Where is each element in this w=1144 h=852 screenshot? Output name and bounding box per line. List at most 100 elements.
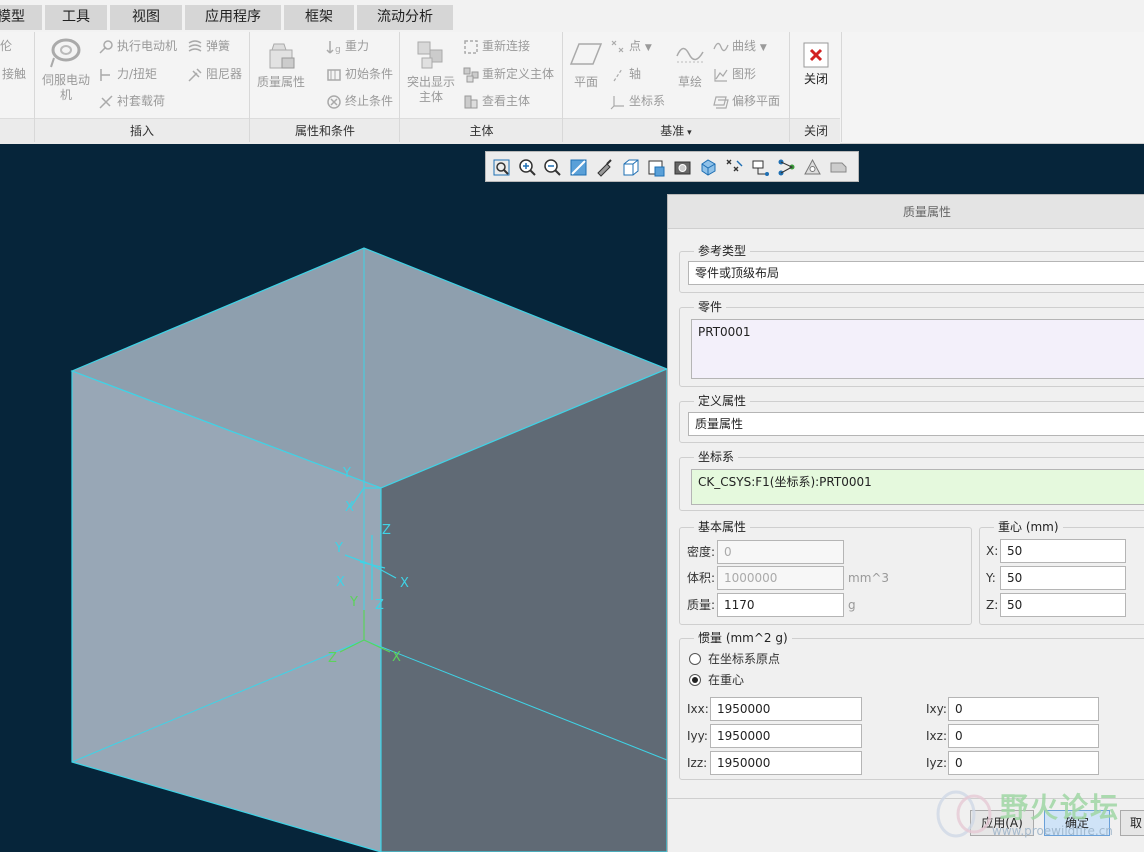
zoom-out-icon[interactable]	[543, 158, 562, 177]
close-button[interactable]: 关闭	[793, 41, 839, 87]
cog-y-field[interactable]: 50	[1000, 566, 1126, 590]
repaint-icon[interactable]	[569, 158, 588, 177]
group-label-close: 关闭	[803, 124, 828, 138]
menu-tab-framework[interactable]: 框架	[284, 5, 354, 30]
perspective-view-icon[interactable]	[673, 158, 692, 177]
mass-properties-button[interactable]: 质量属性	[252, 38, 310, 90]
display-style-icon[interactable]	[595, 158, 614, 177]
csys-collector[interactable]: CK_CSYS:F1(坐标系):PRT0001	[691, 469, 1144, 505]
csys-label: 坐标系	[694, 450, 739, 465]
partial-button-1[interactable]: 伦	[0, 37, 12, 55]
plane-button[interactable]: 平面	[566, 38, 606, 90]
iyz-field[interactable]: 0	[948, 751, 1099, 775]
sketch-icon	[676, 47, 704, 63]
curve-icon	[713, 42, 729, 51]
axis-icon	[613, 68, 623, 81]
inertia-origin-radio[interactable]	[689, 653, 701, 665]
point-button[interactable]: 点 ▼	[610, 37, 652, 55]
offset-plane-button[interactable]: 偏移平面	[713, 92, 780, 110]
group-separator	[841, 32, 842, 142]
spin-center-icon[interactable]	[803, 158, 822, 177]
simulation-display-icon[interactable]	[829, 158, 848, 177]
view-body-icon	[464, 95, 478, 108]
termination-conditions-icon	[327, 94, 341, 109]
mass-field[interactable]: 1170	[717, 593, 844, 617]
refit-icon[interactable]	[492, 158, 511, 177]
density-field[interactable]: 0	[717, 540, 844, 564]
bushing-load-button[interactable]: 衬套载荷	[98, 92, 165, 110]
cog-z-field[interactable]: 50	[1000, 593, 1126, 617]
menu-tab-tools[interactable]: 工具	[45, 5, 107, 30]
initial-conditions-button[interactable]: 初始条件	[326, 65, 393, 83]
force-torque-icon	[100, 68, 110, 81]
group-label-properties: 属性和条件	[294, 124, 355, 138]
izz-field[interactable]: 1950000	[710, 751, 862, 775]
menu-tab-model[interactable]: 模型	[0, 5, 42, 30]
gravity-button[interactable]: g 重力	[326, 37, 369, 55]
mass-label: 质量:	[687, 598, 716, 612]
basic-props-label: 基本属性	[694, 520, 751, 535]
spring-button[interactable]: 弹簧	[187, 37, 230, 55]
group-label-insert: 插入	[129, 124, 154, 138]
menu-tab-flow-analysis[interactable]: 流动分析	[357, 5, 453, 30]
graph-button[interactable]: 图形	[713, 65, 756, 83]
forum-watermark: 野火论坛 www.proewildfire.cn	[934, 784, 1144, 846]
redefine-body-button[interactable]: 重新定义主体	[463, 65, 554, 83]
servo-motor-icon	[50, 38, 81, 68]
part-list[interactable]: PRT0001	[691, 319, 1144, 379]
part-label: 零件	[694, 300, 727, 315]
axis-label: Y	[334, 541, 343, 556]
close-icon	[803, 42, 829, 68]
ref-type-select[interactable]: 零件或顶级布局	[688, 261, 1144, 285]
axis-label: X	[392, 650, 401, 665]
sketch-button[interactable]: 草绘	[672, 38, 708, 90]
svg-text:g: g	[335, 45, 341, 55]
curve-button[interactable]: 曲线 ▼	[713, 37, 767, 55]
iyz-label: Iyz:	[926, 756, 947, 770]
group-label-body: 主体	[469, 124, 494, 138]
annotation-display-icon[interactable]	[751, 158, 770, 177]
connection-display-icon[interactable]	[777, 158, 796, 177]
ixx-field[interactable]: 1950000	[710, 697, 862, 721]
highlight-body-button[interactable]: 突出显示主体	[403, 38, 459, 105]
inertia-label: 惯量 (mm^2 g)	[694, 631, 792, 646]
saved-orientations-icon[interactable]	[621, 158, 640, 177]
cog-label: 重心 (mm)	[994, 520, 1063, 535]
reconnect-button[interactable]: 重新连接	[463, 37, 530, 55]
group-label-datum[interactable]: 基准 ▾	[563, 122, 789, 140]
zoom-in-icon[interactable]	[518, 158, 537, 177]
iyy-field[interactable]: 1950000	[710, 724, 862, 748]
plane-icon	[569, 43, 603, 65]
cog-z-label: Z:	[986, 598, 999, 612]
termination-conditions-button[interactable]: 终止条件	[326, 92, 393, 110]
cog-x-label: X:	[986, 544, 999, 558]
menu-tab-applications[interactable]: 应用程序	[185, 5, 281, 30]
shade-icon[interactable]	[699, 158, 718, 177]
contact-button[interactable]: 接触	[2, 65, 26, 83]
damper-button[interactable]: 阻尼器	[187, 65, 242, 83]
redefine-body-icon	[463, 67, 479, 82]
ixz-label: Ixz:	[926, 729, 947, 743]
watermark-logo-icon	[936, 790, 992, 838]
density-label: 密度:	[687, 545, 716, 559]
volume-field[interactable]: 1000000	[717, 566, 844, 590]
view-manager-icon[interactable]	[647, 158, 666, 177]
servo-motor-button[interactable]: 伺服电动机	[38, 36, 94, 103]
ixy-field[interactable]: 0	[948, 697, 1099, 721]
axis-label: X	[345, 500, 354, 515]
watermark-url: www.proewildfire.cn	[992, 824, 1113, 838]
axis-label: X	[336, 575, 345, 590]
inertia-cog-radio[interactable]	[689, 674, 701, 686]
inertia-cog-label[interactable]: 在重心	[708, 668, 744, 692]
menu-tab-view[interactable]: 视图	[110, 5, 182, 30]
datum-display-icon[interactable]	[725, 158, 744, 177]
ixz-field[interactable]: 0	[948, 724, 1099, 748]
csys-button[interactable]: 坐标系	[610, 92, 665, 110]
define-props-select[interactable]: 质量属性	[688, 412, 1144, 436]
view-body-button[interactable]: 查看主体	[463, 92, 530, 110]
axis-button[interactable]: 轴	[610, 65, 641, 83]
actuator-motor-button[interactable]: 执行电动机	[98, 37, 177, 55]
ixx-label: Ixx:	[687, 702, 709, 716]
cog-x-field[interactable]: 50	[1000, 539, 1126, 563]
force-torque-button[interactable]: 力/扭矩	[98, 65, 157, 83]
